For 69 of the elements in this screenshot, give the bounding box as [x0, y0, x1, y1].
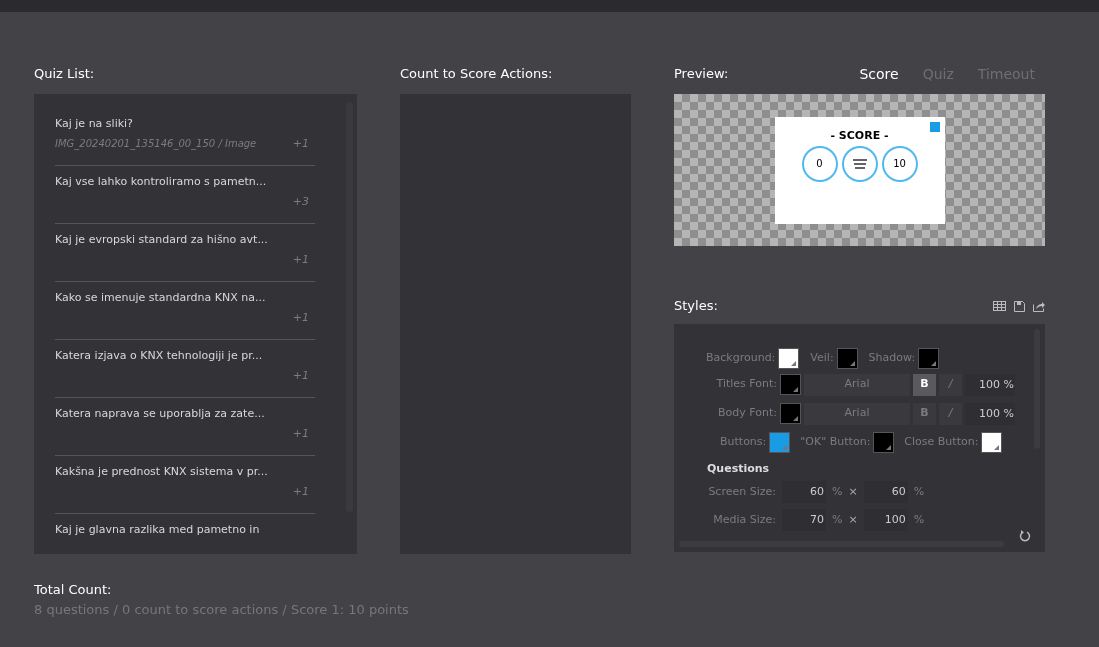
quiz-item[interactable]: Kakšna je prednost KNX sistema v pr... +1 — [55, 456, 315, 514]
dialog-title: - SCORE - — [830, 128, 889, 143]
reset-icon[interactable] — [1019, 529, 1031, 542]
field-label: Background: — [706, 349, 776, 366]
question-title: Kaj vse lahko kontroliramo s pametn... — [55, 175, 268, 189]
color-swatch[interactable] — [873, 431, 895, 453]
section-title: Count to Score Actions: — [400, 65, 554, 83]
points: +1 — [292, 485, 309, 499]
quiz-item[interactable]: Katera naprava se uporablja za zate... +1 — [55, 398, 315, 456]
unit-label: % — [913, 483, 925, 500]
field-label: Veil: — [810, 349, 834, 366]
color-swatch[interactable] — [769, 431, 791, 453]
quiz-item[interactable]: Kaj je na sliki? IMG_20240201_135146_00_150 / Image +1 — [55, 108, 315, 166]
question-title: Kakšna je prednost KNX sistema v pr... — [55, 465, 269, 479]
bold-toggle[interactable]: B — [913, 373, 936, 396]
export-icon[interactable] — [1033, 300, 1045, 312]
color-swatch[interactable] — [981, 431, 1003, 453]
save-icon[interactable] — [1014, 300, 1025, 312]
points: +3 — [292, 195, 309, 209]
section-title: Preview: — [674, 65, 730, 84]
points: +1 — [292, 311, 309, 325]
question-title: Katera izjava o KNX tehnologiji je pr... — [55, 349, 264, 363]
color-swatch[interactable] — [836, 347, 858, 369]
color-swatch[interactable] — [778, 347, 800, 369]
height-field[interactable]: 100 — [863, 509, 908, 531]
unit-label: % — [913, 511, 925, 528]
question-title: Kaj je evropski standard za hišno avt... — [55, 233, 269, 247]
times-sign: × — [848, 511, 858, 528]
question-title: Kako se imenuje standardna KNX na... — [55, 291, 267, 305]
field-label: Screen Size: — [707, 483, 776, 500]
field-label: "OK" Button: — [800, 433, 871, 450]
question-title: Kaj je glavna razlika med pametno in — [55, 523, 261, 537]
close-button[interactable] — [929, 121, 940, 132]
times-sign: × — [848, 483, 858, 500]
quiz-item[interactable]: Kaj je glavna razlika med pametno in — [55, 514, 315, 554]
quiz-item[interactable]: Kako se imenuje standardna KNX na... +1 — [55, 282, 315, 340]
total-title: Total Count: — [34, 581, 113, 599]
field-label: Titles Font: — [715, 376, 777, 393]
width-field[interactable]: 70 — [782, 509, 826, 531]
points: +1 — [292, 253, 309, 267]
field-label: Body Font: — [717, 405, 777, 422]
field-label: Close Button: — [904, 433, 979, 450]
size-field[interactable]: 100 % — [965, 373, 1015, 396]
subsection-title: Questions — [706, 461, 771, 477]
points: +1 — [292, 427, 309, 441]
question-title: Katera naprava se uporablja za zate... — [55, 407, 266, 421]
points: +1 — [292, 137, 309, 151]
preview-tab[interactable]: Score — [859, 63, 899, 85]
question-title: Kaj je na sliki? — [55, 117, 134, 131]
field-label: Buttons: — [720, 433, 767, 450]
color-swatch[interactable] — [918, 347, 940, 369]
section-title: Styles: — [674, 297, 719, 316]
quiz-item[interactable]: Kaj vse lahko kontroliramo s pametn... +3 — [55, 166, 315, 224]
width-field[interactable]: 60 — [782, 481, 826, 503]
quiz-item[interactable]: Katera izjava o KNX tehnologiji je pr... +1 — [55, 340, 315, 398]
grid-icon[interactable] — [993, 300, 1006, 311]
text-lines-icon — [850, 157, 869, 170]
media-name: IMG_20240201_135146_00_150 / Image — [55, 137, 257, 151]
quiz-item[interactable]: Kaj je evropski standard za hišno avt... +1 — [55, 224, 315, 282]
field-label: Shadow: — [868, 349, 916, 366]
points: +1 — [292, 369, 309, 383]
color-swatch[interactable] — [780, 374, 801, 395]
section-title: Quiz List: — [34, 65, 96, 83]
height-field[interactable]: 60 — [863, 481, 908, 503]
unit-label: % — [832, 483, 843, 500]
unit-label: % — [832, 511, 843, 528]
color-swatch[interactable] — [780, 403, 801, 424]
size-field[interactable]: 100 % — [965, 402, 1015, 425]
field-label: Media Size: — [712, 511, 776, 528]
